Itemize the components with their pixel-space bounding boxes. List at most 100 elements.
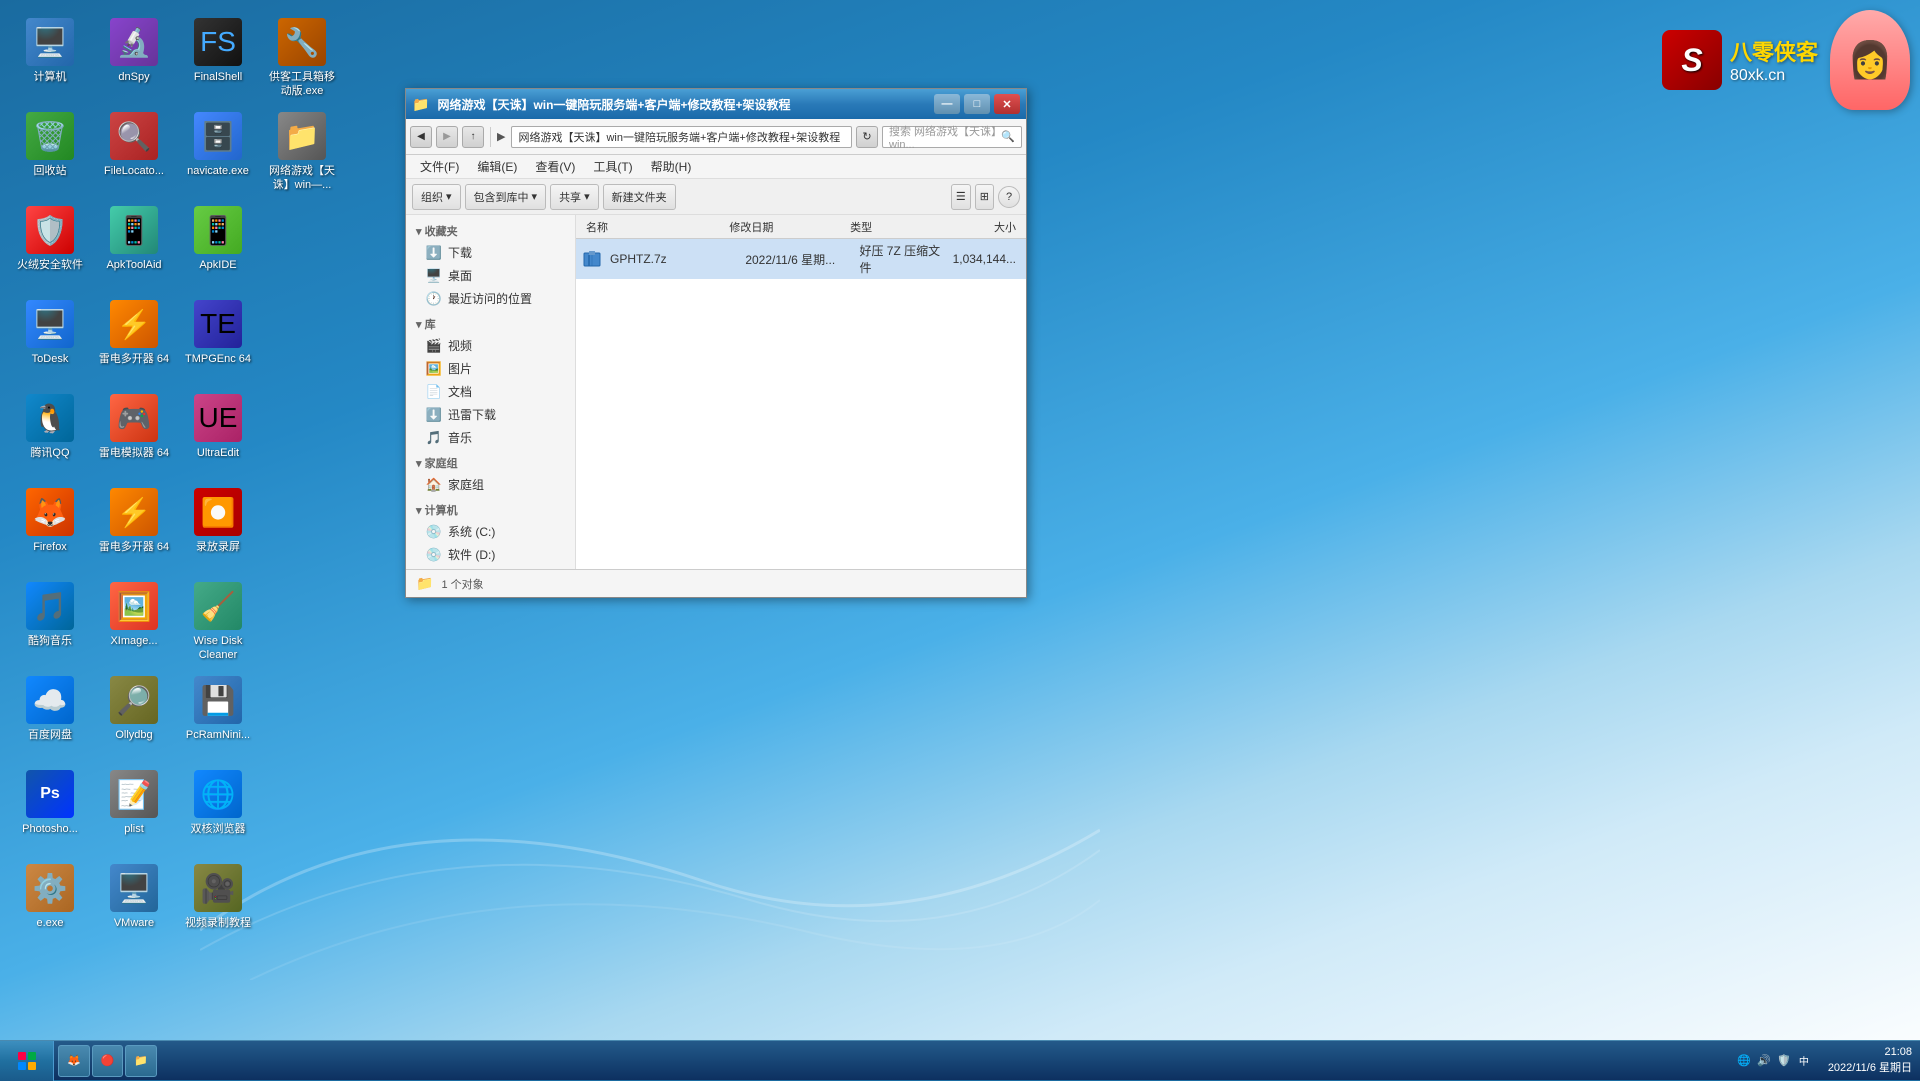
up-button[interactable]: ↑ bbox=[462, 126, 484, 148]
todesk-icon-img: 🖥️ bbox=[26, 300, 74, 348]
sidebar-item-homegroup[interactable]: 🏠 家庭组 bbox=[406, 473, 575, 496]
organize-button[interactable]: 组织 ▾ bbox=[412, 184, 461, 210]
search-icon: 🔍 bbox=[1001, 130, 1015, 143]
desktop-icon-ultraedit[interactable]: UE UltraEdit bbox=[178, 386, 258, 476]
details-view-button[interactable]: ⊞ bbox=[975, 184, 994, 210]
desktop-icon-video[interactable]: 🎥 视频录制教程 bbox=[178, 856, 258, 946]
ollydbg-icon-label: Ollydbg bbox=[115, 728, 152, 742]
desktop-icon-recycle[interactable]: 🗑️ 回收站 bbox=[10, 104, 90, 194]
tmpgenc-icon-label: TMPGEnc 64 bbox=[185, 352, 251, 366]
desktop-icon-photoshop[interactable]: Ps Photosho... bbox=[10, 762, 90, 852]
favorites-header: ▾ 收藏夹 bbox=[406, 221, 575, 241]
desktop-icon-todesk[interactable]: 🖥️ ToDesk bbox=[10, 292, 90, 382]
music-icon: 🎵 bbox=[426, 430, 442, 446]
sidebar-item-music[interactable]: 🎵 音乐 bbox=[406, 426, 575, 449]
include-library-button[interactable]: 包含到库中 ▾ bbox=[465, 184, 547, 210]
desktop-icon-vmware[interactable]: 🖥️ VMware bbox=[94, 856, 174, 946]
desktop-icon-network-games[interactable]: 📁 网络游戏【天诛】win—... bbox=[262, 104, 342, 194]
file-row-gphtz[interactable]: GPHTZ.7z 2022/11/6 星期... 好压 7Z 压缩文件 1,03… bbox=[576, 239, 1026, 279]
apktoolair-icon-label: ApkToolAid bbox=[106, 258, 161, 272]
sidebar-item-drive-d[interactable]: 💿 软件 (D:) bbox=[406, 543, 575, 566]
desktop-icon-dnspy[interactable]: 🔬 dnSpy bbox=[94, 10, 174, 100]
start-button[interactable] bbox=[0, 1041, 54, 1081]
photoshop-icon-label: Photosho... bbox=[22, 822, 78, 836]
view-toggle-button[interactable]: ☰ bbox=[951, 184, 971, 210]
sidebar-item-drive-c[interactable]: 💿 系统 (C:) bbox=[406, 520, 575, 543]
tray-security-icon[interactable]: 🛡️ bbox=[1776, 1053, 1792, 1069]
desktop-icon-computer[interactable]: 🖥️ 计算机 bbox=[10, 10, 90, 100]
finalshell-icon-label: FinalShell bbox=[194, 70, 242, 84]
col-header-size[interactable]: 大小 bbox=[944, 219, 1020, 235]
address-field[interactable]: 网络游戏【天诛】win一键陪玩服务端+客户端+修改教程+架设教程 bbox=[511, 126, 852, 148]
system-clock[interactable]: 21:08 2022/11/6 星期日 bbox=[1820, 1045, 1920, 1076]
address-bar: ◀ ▶ ↑ ▶ 网络游戏【天诛】win一键陪玩服务端+客户端+修改教程+架设教程… bbox=[406, 119, 1026, 155]
desktop-icon-qqmusic[interactable]: 🎵 酷狗音乐 bbox=[10, 574, 90, 664]
menu-tools[interactable]: 工具(T) bbox=[585, 156, 640, 177]
desktop-icon-capture[interactable]: ⏺️ 录放录屏 bbox=[178, 480, 258, 570]
sidebar-item-documents[interactable]: 📄 文档 bbox=[406, 380, 575, 403]
desktop-icon-pcramnini[interactable]: 💾 PcRamNini... bbox=[178, 668, 258, 758]
desktop-icon-apkide[interactable]: 📱 ApkIDE bbox=[178, 198, 258, 288]
desktop-icon-plist[interactable]: 📝 plist bbox=[94, 762, 174, 852]
menu-file[interactable]: 文件(F) bbox=[412, 156, 467, 177]
desktop-icon-apktoolair[interactable]: 📱 ApkToolAid bbox=[94, 198, 174, 288]
finalshell-icon-img: FS bbox=[194, 18, 242, 66]
title-bar: 📁 网络游戏【天诛】win一键陪玩服务端+客户端+修改教程+架设教程 — □ ✕ bbox=[406, 89, 1026, 119]
desktop-icon-filelocator[interactable]: 🔍 FileLocato... bbox=[94, 104, 174, 194]
col-header-name[interactable]: 名称 bbox=[582, 219, 725, 235]
desktop-icon-ldplayer64[interactable]: ⚡ 雷电多开器 64 bbox=[94, 480, 174, 570]
taskbar-explorer-button[interactable]: 📁 bbox=[125, 1045, 157, 1077]
new-folder-button[interactable]: 新建文件夹 bbox=[603, 184, 676, 210]
desktop-icon-firefox[interactable]: 🦊 Firefox bbox=[10, 480, 90, 570]
desktop-icon-ximager[interactable]: 🖼️ XImage... bbox=[94, 574, 174, 664]
downloads-icon: ⬇️ bbox=[426, 245, 442, 261]
refresh-button[interactable]: ↻ bbox=[856, 126, 878, 148]
desktop-icon-tools[interactable]: 🔧 供客工具箱移动版.exe bbox=[262, 10, 342, 100]
sidebar-item-downloads[interactable]: ⬇️ 下载 bbox=[406, 241, 575, 264]
back-button[interactable]: ◀ bbox=[410, 126, 432, 148]
taskbar-app-button[interactable]: 🔴 bbox=[92, 1045, 124, 1077]
computer-icon-img: 🖥️ bbox=[26, 18, 74, 66]
desktop-icon-emulator[interactable]: 🎮 雷电模拟器 64 bbox=[94, 386, 174, 476]
desktop-icon-ollydbg[interactable]: 🔎 Ollydbg bbox=[94, 668, 174, 758]
search-field[interactable]: 搜索 网络游戏【天诛】win... 🔍 bbox=[882, 126, 1022, 148]
desktop-icon-finalshell[interactable]: FS FinalShell bbox=[178, 10, 258, 100]
desktop-icon-tencentqq[interactable]: 🐧 腾讯QQ bbox=[10, 386, 90, 476]
close-button[interactable]: ✕ bbox=[994, 94, 1020, 114]
music-label: 音乐 bbox=[448, 429, 472, 446]
maximize-button[interactable]: □ bbox=[964, 94, 990, 114]
status-text: 1 个对象 bbox=[441, 576, 483, 592]
gphtz-file-icon bbox=[582, 249, 602, 269]
sidebar-item-thunder[interactable]: ⬇️ 迅雷下载 bbox=[406, 403, 575, 426]
desktop-icon-wisedisk[interactable]: 🧹 Wise Disk Cleaner bbox=[178, 574, 258, 664]
menu-edit[interactable]: 编辑(E) bbox=[469, 156, 525, 177]
share-button[interactable]: 共享 ▾ bbox=[550, 184, 599, 210]
desktop-icon-ldplayer[interactable]: ⚡ 雷电多开器 64 bbox=[94, 292, 174, 382]
apktoolair-icon-img: 📱 bbox=[110, 206, 158, 254]
clock-time: 21:08 bbox=[1828, 1045, 1912, 1060]
col-header-date[interactable]: 修改日期 bbox=[725, 219, 846, 235]
ultraedit-icon-label: UltraEdit bbox=[197, 446, 239, 460]
tray-volume-icon[interactable]: 🔊 bbox=[1756, 1053, 1772, 1069]
sidebar-item-pictures[interactable]: 🖼️ 图片 bbox=[406, 357, 575, 380]
menu-view[interactable]: 查看(V) bbox=[527, 156, 583, 177]
tray-ime-icon[interactable]: 中 bbox=[1796, 1053, 1812, 1069]
ximager-icon-img: 🖼️ bbox=[110, 582, 158, 630]
minimize-button[interactable]: — bbox=[934, 94, 960, 114]
desktop-icon-browser[interactable]: 🌐 双核浏览器 bbox=[178, 762, 258, 852]
sidebar-item-videos[interactable]: 🎬 视频 bbox=[406, 334, 575, 357]
col-header-type[interactable]: 类型 bbox=[846, 219, 944, 235]
help-toolbar-button[interactable]: ? bbox=[998, 186, 1020, 208]
desktop-icon-baidunetdisk[interactable]: ☁️ 百度网盘 bbox=[10, 668, 90, 758]
icon-placeholder-3 bbox=[262, 386, 342, 476]
sidebar-item-desktop[interactable]: 🖥️ 桌面 bbox=[406, 264, 575, 287]
sidebar-item-recent[interactable]: 🕐 最近访问的位置 bbox=[406, 287, 575, 310]
desktop-icon-navicate[interactable]: 🗄️ navicate.exe bbox=[178, 104, 258, 194]
forward-button[interactable]: ▶ bbox=[436, 126, 458, 148]
tray-network-icon[interactable]: 🌐 bbox=[1736, 1053, 1752, 1069]
desktop-icon-firewall[interactable]: 🛡️ 火绒安全软件 bbox=[10, 198, 90, 288]
desktop-icon-exe[interactable]: ⚙️ e.exe bbox=[10, 856, 90, 946]
taskbar-firefox-button[interactable]: 🦊 bbox=[58, 1045, 90, 1077]
desktop-icon-tmpgenc[interactable]: TE TMPGEnc 64 bbox=[178, 292, 258, 382]
menu-help[interactable]: 帮助(H) bbox=[643, 156, 700, 177]
